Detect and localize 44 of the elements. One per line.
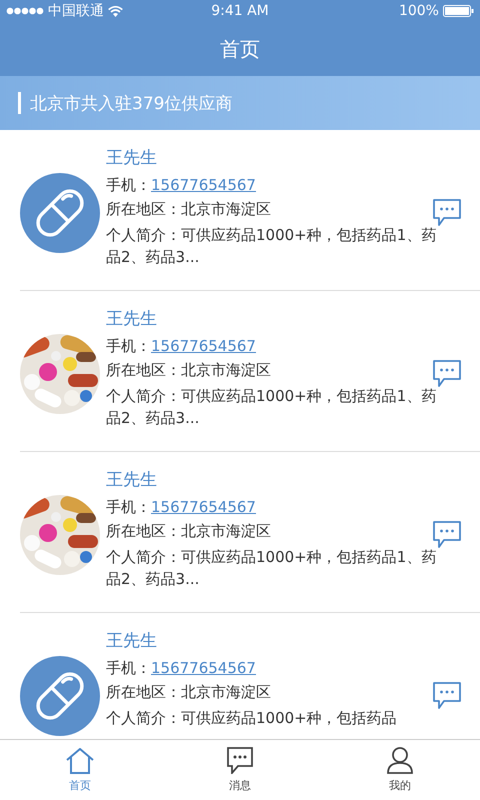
supplier-name: 王先生 <box>106 469 158 491</box>
region-label: 所在地区： <box>106 200 181 219</box>
signal-icon <box>6 7 44 15</box>
battery-percent: 100% <box>398 3 439 19</box>
phone-label: 手机： <box>106 176 151 195</box>
supplier-card[interactable]: 王先生 手机：15677654567 所在地区：北京市海淀区 个人简介：可供应药品1000+种，包括药品1、药品2、药品3... <box>0 452 480 613</box>
status-time: 9:41 AM <box>211 3 269 19</box>
supplier-name: 王先生 <box>106 147 158 169</box>
phone-link[interactable]: 15677654567 <box>151 498 256 517</box>
chat-icon[interactable] <box>432 520 462 548</box>
supplier-card[interactable]: 王先生 手机：15677654567 所在地区：北京市海淀区 个人简介：可供应药品1000+种，包括药品1、药品2、药品3... <box>0 291 480 452</box>
carrier-name: 中国联通 <box>48 2 104 20</box>
home-icon <box>66 748 94 774</box>
wifi-icon <box>108 6 123 16</box>
chat-icon[interactable] <box>432 682 462 710</box>
intro-text: 个人简介：可供应药品1000+种，包括药品1、药品2、药品3... <box>106 547 438 590</box>
region-label: 所在地区： <box>106 361 181 380</box>
region-label: 所在地区： <box>106 683 181 702</box>
region-value: 北京市海淀区 <box>181 683 271 702</box>
region-value: 北京市海淀区 <box>181 522 271 541</box>
page-title: 首页 <box>220 36 260 62</box>
phone-link[interactable]: 15677654567 <box>151 337 256 356</box>
supplier-card[interactable]: 王先生 手机：15677654567 所在地区：北京市海淀区 个人简介：可供应药品1000+种，包括药品1、药品2、药品3... <box>0 130 480 291</box>
chat-icon[interactable] <box>432 360 462 388</box>
phone-link[interactable]: 15677654567 <box>151 176 256 195</box>
intro-text: 个人简介：可供应药品1000+种，包括药品1、药品2、药品3... <box>106 225 438 268</box>
chat-icon <box>226 747 254 774</box>
supplier-name: 王先生 <box>106 308 158 330</box>
region-value: 北京市海淀区 <box>181 200 271 219</box>
banner-text: 北京市共入驻379位供应商 <box>30 92 232 114</box>
phone-label: 手机： <box>106 498 151 517</box>
battery-icon <box>442 5 474 17</box>
phone-label: 手机： <box>106 337 151 356</box>
pill-icon <box>20 656 100 736</box>
phone-label: 手机： <box>106 659 151 678</box>
region-value: 北京市海淀区 <box>181 361 271 380</box>
intro-text: 个人简介：可供应药品1000+种，包括药品 <box>106 708 398 729</box>
user-icon <box>387 747 413 774</box>
phone-link[interactable]: 15677654567 <box>151 659 256 678</box>
chat-icon[interactable] <box>432 198 462 226</box>
supplier-name: 王先生 <box>106 630 158 652</box>
region-label: 所在地区： <box>106 522 181 541</box>
intro-text: 个人简介：可供应药品1000+种，包括药品1、药品2、药品3... <box>106 386 438 429</box>
pill-icon <box>20 172 100 252</box>
